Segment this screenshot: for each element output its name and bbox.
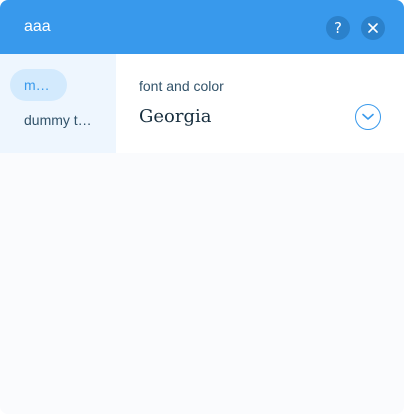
close-button[interactable] [361,16,385,40]
font-and-color-label: font and color [139,78,224,94]
panel-title: aaa [24,18,51,35]
close-x-icon [368,23,378,33]
font-dropdown[interactable]: Georgia [139,101,381,133]
empty-content-area [0,153,404,414]
panel-header: aaa ? [0,0,404,54]
font-dropdown-value: Georgia [139,106,212,127]
sidebar-tabs: main dummy t… [0,54,116,153]
tab-content: font and color Georgia [116,54,404,153]
tab-dummy[interactable]: dummy t… [10,104,110,136]
help-button[interactable]: ? [326,16,350,40]
chevron-down-icon [362,113,374,120]
question-mark-icon: ? [334,18,342,37]
panel-body: main dummy t… font and color Georgia [0,54,404,153]
settings-panel: aaa ? main dummy t… font and color Georg… [0,0,404,414]
dropdown-toggle-button[interactable] [355,104,381,130]
tab-main[interactable]: main [10,69,67,101]
